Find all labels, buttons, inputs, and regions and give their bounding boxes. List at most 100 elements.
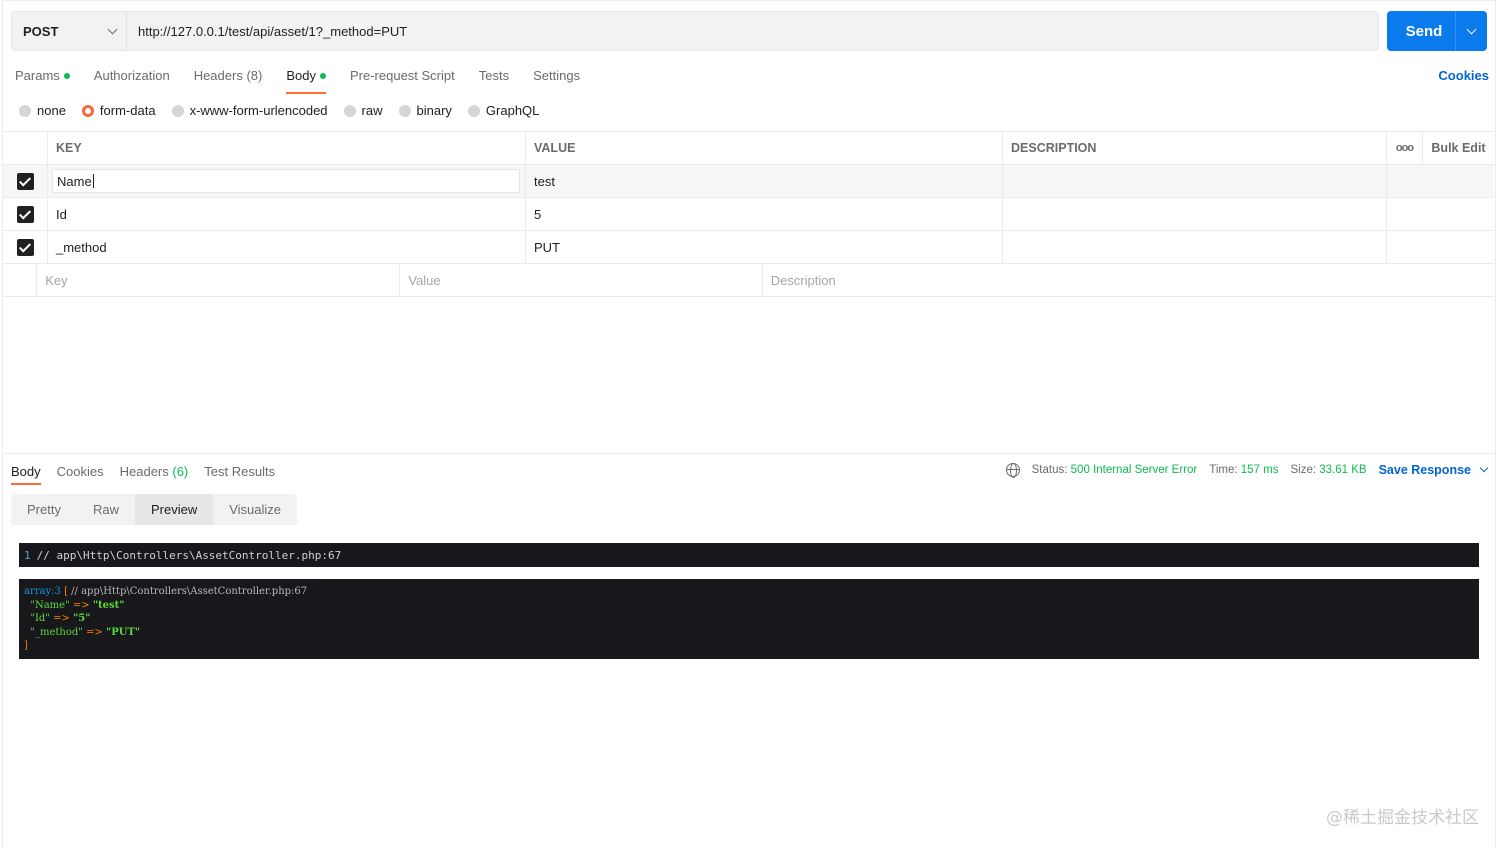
tab-label: Headers [119,464,169,479]
response-status-bar: Status: 500 Internal Server Error Time: … [1005,463,1489,478]
key-input[interactable]: Name [52,169,520,193]
tab-response-body[interactable]: Body [11,464,41,485]
pane-divider[interactable] [3,453,1494,454]
chevron-down-icon [1479,463,1489,473]
tab-label: Authorization [93,68,170,83]
time-value: 157 ms [1240,464,1279,476]
ellipsis-icon: ooo [1395,142,1414,154]
tab-label: Headers [193,68,243,83]
status-label: Status: [1031,464,1068,476]
tab-pre-request-script[interactable]: Pre-request Script [350,68,455,90]
view-visualize[interactable]: Visualize [213,494,297,525]
mode-label: binary [416,103,452,118]
row-enabled-checkbox[interactable] [16,205,34,223]
table-row: Id 5 [3,198,1494,231]
save-response-label: Save Response [1378,463,1471,477]
dump-key: "Name" [30,599,70,611]
url-input[interactable]: http://127.0.0.1/test/api/asset/1?_metho… [127,24,1378,39]
save-response-button[interactable]: Save Response [1378,463,1489,477]
dump-value-text: PUT [111,626,135,638]
tab-test-results[interactable]: Test Results [204,464,275,479]
tab-headers[interactable]: Headers (8) [194,68,263,90]
view-pretty[interactable]: Pretty [11,494,77,525]
preview-code-line: 1 // app\Http\Controllers\AssetControlle… [19,543,1479,567]
tab-response-cookies[interactable]: Cookies [57,464,104,479]
text-caret [92,174,94,188]
tab-settings[interactable]: Settings [533,68,580,90]
tab-count: (6) [172,464,189,479]
mode-label: none [37,103,66,118]
table-header-row: KEY VALUE DESCRIPTION ooo Bulk Edit [3,132,1494,165]
row-spacer [1423,198,1494,230]
request-tabs: Params Authorization Headers (8) Body Pr… [15,68,604,94]
status-info[interactable]: Status: 500 Internal Server Error [1032,464,1198,476]
dump-key: "Id" [30,613,50,625]
new-description-input[interactable]: Description [763,264,1494,296]
table-row: Name test [3,165,1494,198]
header-key: KEY [48,132,526,164]
radio-selected-icon [81,104,94,117]
value-cell[interactable]: test [526,165,1003,197]
dump-value-text: 5 [78,613,86,625]
dump-value: "PUT" [105,626,141,638]
row-checkbox-cell [3,264,38,296]
send-button[interactable]: Send [1387,11,1487,51]
description-cell[interactable] [1003,198,1387,230]
tab-body[interactable]: Body [286,68,326,94]
mode-label: raw [361,103,383,118]
app-frame [2,0,1496,848]
new-value-input[interactable]: Value [400,264,763,296]
tab-authorization[interactable]: Authorization [94,68,170,90]
radio-icon [467,104,480,117]
mode-urlencoded[interactable]: x-www-form-urlencoded [171,103,328,118]
chevron-down-icon [107,24,118,34]
bulk-edit-button[interactable]: Bulk Edit [1423,132,1494,164]
key-cell[interactable]: _method [48,231,526,263]
mode-graphql[interactable]: GraphQL [467,103,539,118]
row-spacer [1387,198,1423,230]
dump-arrow: => [86,626,103,638]
send-options-button[interactable] [1456,24,1487,34]
form-data-table: KEY VALUE DESCRIPTION ooo Bulk Edit Name… [3,131,1494,297]
size-info[interactable]: Size: 33.61 KB [1290,464,1366,476]
radio-icon [19,104,31,117]
watermark: @稀土掘金技术社区 [1326,808,1479,828]
new-key-input[interactable]: Key [37,264,401,296]
row-checkbox-cell [3,198,48,230]
more-options-button[interactable]: ooo [1387,132,1423,164]
description-cell[interactable] [1003,165,1387,197]
tab-count: (8) [246,68,263,83]
tab-response-headers[interactable]: Headers (6) [120,464,189,479]
value-cell[interactable]: 5 [526,198,1003,230]
status-value: 500 Internal Server Error [1070,464,1198,476]
tab-label: Settings [533,68,581,83]
description-cell[interactable] [1003,231,1387,263]
dump-value-text: test [98,599,120,611]
tab-tests[interactable]: Tests [479,68,509,90]
method-select[interactable]: POST [12,12,127,50]
mode-binary[interactable]: binary [398,103,452,118]
tab-label: Params [15,68,60,83]
row-enabled-checkbox[interactable] [16,238,34,256]
time-label: Time: [1209,464,1238,476]
view-raw[interactable]: Raw [77,494,135,525]
dump-output: array:3 [ // app\Http\Controllers\AssetC… [19,579,1479,659]
value-cell[interactable]: PUT [526,231,1003,263]
mode-none[interactable]: none [19,103,66,118]
mode-form-data[interactable]: form-data [81,103,156,118]
cookies-link[interactable]: Cookies [1438,68,1489,83]
mode-raw[interactable]: raw [343,103,383,118]
radio-icon [343,104,356,117]
tab-params[interactable]: Params [15,68,70,90]
row-spacer [1387,231,1423,263]
key-cell[interactable]: Id [48,198,526,230]
active-indicator-dot [63,73,70,79]
row-spacer [1423,165,1494,197]
table-row-new: Key Value Description [3,264,1494,297]
view-preview[interactable]: Preview [134,494,214,525]
time-info[interactable]: Time: 157 ms [1209,464,1278,476]
tab-label: Pre-request Script [349,68,455,83]
row-enabled-checkbox[interactable] [16,172,34,190]
send-label: Send [1405,22,1443,40]
globe-icon[interactable] [1005,463,1020,478]
